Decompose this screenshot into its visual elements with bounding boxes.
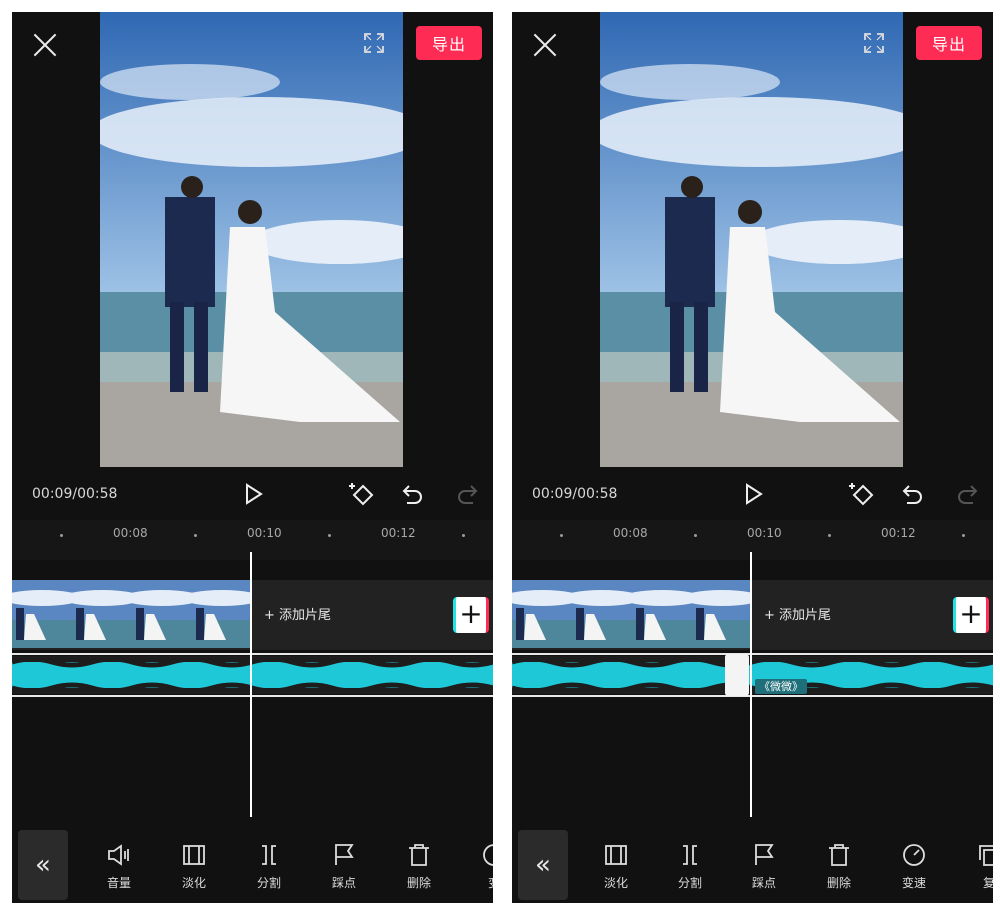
ruler-tick-label: 00:08 xyxy=(613,526,648,540)
tool-label: 分割 xyxy=(677,876,702,890)
tool-label: 分割 xyxy=(256,876,281,890)
ruler-tick-dot xyxy=(462,534,465,537)
fullscreen-icon[interactable] xyxy=(363,32,385,54)
tool-copy[interactable]: 复 xyxy=(959,842,993,891)
add-ending-label: 添加片尾 xyxy=(279,608,332,623)
editor-screen-right: 导出 00:09/00:58 00:08 00:10 00:12 + 添加片尾 … xyxy=(512,12,993,903)
add-clip-button[interactable]: + xyxy=(953,597,989,633)
time-readout: 00:09/00:58 xyxy=(532,486,618,502)
close-icon[interactable] xyxy=(532,32,558,58)
undo-icon[interactable] xyxy=(401,482,425,506)
tool-label: 踩点 xyxy=(331,876,356,890)
ruler-tick-label: 00:12 xyxy=(881,526,916,540)
volume-icon xyxy=(108,844,129,866)
tool-label: 复 xyxy=(982,876,993,890)
keyframe-icon[interactable] xyxy=(345,480,377,508)
beat-flag-icon xyxy=(755,844,774,865)
tool-label: 变 xyxy=(464,874,493,891)
redo-icon[interactable] xyxy=(955,482,979,506)
video-thumbnail[interactable] xyxy=(572,580,632,648)
tool-label: 删除 xyxy=(826,876,851,890)
delete-icon xyxy=(409,844,429,866)
keyframe-icon[interactable] xyxy=(845,480,877,508)
tool-label: 变速 xyxy=(901,876,926,890)
add-clip-button[interactable]: + xyxy=(453,597,489,633)
tool-label: 踩点 xyxy=(751,876,776,890)
delete-icon xyxy=(829,844,849,866)
tool-label: 淡化 xyxy=(181,876,206,890)
speed-icon xyxy=(903,844,925,866)
split-icon xyxy=(262,845,276,865)
video-thumbnail[interactable] xyxy=(132,580,192,648)
tool-fade[interactable]: 淡化 xyxy=(164,842,224,891)
tool-label: 淡化 xyxy=(603,876,628,890)
collapse-button[interactable]: « xyxy=(18,830,68,900)
ruler-tick-dot xyxy=(828,534,831,537)
plus-icon: + xyxy=(764,608,780,623)
collapse-button[interactable]: « xyxy=(518,830,568,900)
ruler-tick-dot xyxy=(328,534,331,537)
tool-speed[interactable]: 变 xyxy=(464,842,493,891)
tool-label: 删除 xyxy=(406,876,431,890)
audio-track-border xyxy=(512,653,993,655)
audio-track[interactable] xyxy=(512,656,993,694)
video-thumbnail[interactable] xyxy=(692,580,752,648)
tool-beat[interactable]: 踩点 xyxy=(314,842,374,891)
video-thumbnail[interactable] xyxy=(12,580,72,648)
video-preview[interactable] xyxy=(600,12,903,467)
export-button[interactable]: 导出 xyxy=(916,26,982,60)
ruler-tick-dot xyxy=(694,534,697,537)
ruler-tick-dot xyxy=(194,534,197,537)
audio-trim-handle[interactable] xyxy=(725,654,749,696)
ruler-tick-label: 00:08 xyxy=(113,526,148,540)
play-icon[interactable] xyxy=(741,482,765,506)
ruler-tick-dot xyxy=(962,534,965,537)
video-preview[interactable] xyxy=(100,12,403,467)
ruler-tick-label: 00:10 xyxy=(247,526,282,540)
add-ending-label: 添加片尾 xyxy=(779,608,832,623)
editor-screen-left: 导出 00:09/00:58 00:08 00:10 00:12 + 添加片尾 … xyxy=(12,12,493,903)
close-icon[interactable] xyxy=(32,32,58,58)
ruler-tick-dot xyxy=(60,534,63,537)
fade-icon xyxy=(605,845,627,865)
add-ending-button[interactable]: + 添加片尾 xyxy=(264,604,331,623)
ruler-tick-dot xyxy=(560,534,563,537)
speed-icon xyxy=(483,844,493,866)
tool-split[interactable]: 分割 xyxy=(239,842,299,891)
tool-beat[interactable]: 踩点 xyxy=(734,842,794,891)
audio-track-border xyxy=(12,695,493,697)
playhead[interactable] xyxy=(250,552,252,817)
undo-icon[interactable] xyxy=(901,482,925,506)
playhead[interactable] xyxy=(750,552,752,817)
video-thumbnail[interactable] xyxy=(72,580,132,648)
video-thumbnail[interactable] xyxy=(632,580,692,648)
beat-flag-icon xyxy=(335,844,354,865)
tool-fade[interactable]: 淡化 xyxy=(586,842,646,891)
tool-speed[interactable]: 变速 xyxy=(884,842,944,891)
copy-icon xyxy=(979,845,993,866)
split-icon xyxy=(683,845,697,865)
audio-clip-name: 《微微》 xyxy=(755,679,807,694)
audio-track[interactable] xyxy=(12,656,493,694)
fade-icon xyxy=(183,845,205,865)
video-thumbnail[interactable] xyxy=(512,580,572,648)
tool-delete[interactable]: 删除 xyxy=(809,842,869,891)
tool-volume[interactable]: 音量 xyxy=(89,842,149,891)
add-ending-button[interactable]: + 添加片尾 xyxy=(764,604,831,623)
ruler-tick-label: 00:10 xyxy=(747,526,782,540)
export-button[interactable]: 导出 xyxy=(416,26,482,60)
fullscreen-icon[interactable] xyxy=(863,32,885,54)
time-readout: 00:09/00:58 xyxy=(32,486,118,502)
video-thumbnail[interactable] xyxy=(192,580,252,648)
audio-track-border xyxy=(512,695,993,697)
tool-split[interactable]: 分割 xyxy=(660,842,720,891)
tool-delete[interactable]: 删除 xyxy=(389,842,449,891)
play-icon[interactable] xyxy=(241,482,265,506)
audio-track-border xyxy=(12,653,493,655)
plus-icon: + xyxy=(264,608,280,623)
ruler-tick-label: 00:12 xyxy=(381,526,416,540)
redo-icon[interactable] xyxy=(455,482,479,506)
tool-label: 音量 xyxy=(106,876,131,890)
